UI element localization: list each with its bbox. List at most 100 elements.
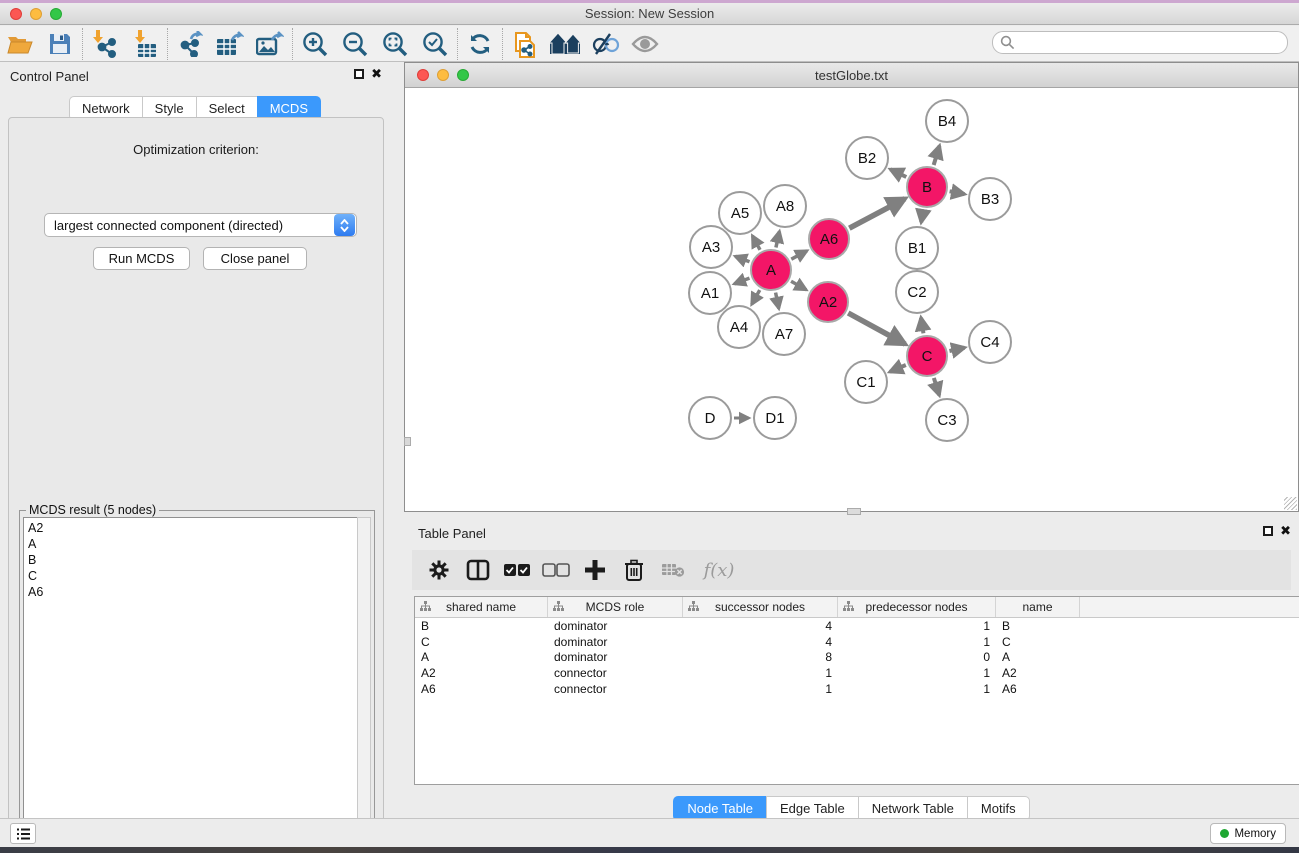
graph-node-B[interactable]: B [906,166,948,208]
network-view-window: testGlobe.txt B4B2BB3A8A5A6A3B1AC2A1A2A4… [404,62,1299,512]
save-session-icon[interactable] [40,28,80,60]
select-all-icon[interactable] [502,555,532,585]
cybrowser-home-icon[interactable] [545,28,585,60]
edge-A-A3[interactable] [735,256,749,261]
toolbar-search[interactable] [992,31,1288,54]
edge-C-C1[interactable] [890,365,906,372]
close-panel-icon[interactable]: ✖ [371,69,382,79]
export-table-icon[interactable] [210,28,250,60]
column-header-predecessor-nodes[interactable]: predecessor nodes [838,597,996,617]
function-builder-icon[interactable]: f(x) [697,555,741,585]
close-table-panel-icon[interactable]: ✖ [1280,526,1291,536]
column-header-successor-nodes[interactable]: successor nodes [683,597,838,617]
edge-A-A7[interactable] [776,293,779,309]
export-network-icon[interactable] [170,28,210,60]
table-row[interactable]: Cdominator41C [415,634,1299,650]
table-row[interactable]: Bdominator41B [415,618,1299,634]
node-table[interactable]: shared nameMCDS rolesuccessor nodesprede… [414,596,1299,785]
edge-B-B4[interactable] [934,146,940,165]
table-row[interactable]: A2connector11A2 [415,665,1299,681]
result-item[interactable]: A2 [28,520,358,536]
edge-A-A1[interactable] [734,278,749,284]
table-row[interactable]: A6connector11A6 [415,681,1299,697]
graph-node-C[interactable]: C [906,335,948,377]
zoom-fit-icon[interactable] [375,28,415,60]
float-panel-icon[interactable] [354,69,364,79]
edge-A-A8[interactable] [776,231,780,247]
add-row-icon[interactable] [580,555,610,585]
edge-B-B1[interactable] [921,210,923,223]
graph-node-C3[interactable]: C3 [925,398,969,442]
result-item[interactable]: C [28,568,358,584]
resize-grip-icon[interactable] [1284,497,1297,510]
graph-node-A8[interactable]: A8 [763,184,807,228]
column-header-MCDS-role[interactable]: MCDS role [548,597,683,617]
run-mcds-button[interactable]: Run MCDS [93,247,190,270]
close-panel-button[interactable]: Close panel [203,247,307,270]
result-item[interactable]: B [28,552,358,568]
open-file-icon[interactable] [0,28,40,60]
zoom-in-icon[interactable] [295,28,335,60]
search-input[interactable] [1015,34,1287,52]
result-item[interactable]: A [28,536,358,552]
list-icon [17,828,30,840]
graph-node-A7[interactable]: A7 [762,312,806,356]
float-table-panel-icon[interactable] [1263,526,1273,536]
graph-node-B4[interactable]: B4 [925,99,969,143]
zoom-selected-icon[interactable] [415,28,455,60]
copy-network-icon[interactable] [505,28,545,60]
graph-node-C2[interactable]: C2 [895,270,939,314]
edge-A-A6[interactable] [791,251,807,259]
result-scrollbar[interactable] [357,517,371,845]
graph-node-A5[interactable]: A5 [718,191,762,235]
settings-gear-icon[interactable] [424,555,454,585]
refresh-icon[interactable] [460,28,500,60]
edge-B-B3[interactable] [950,191,965,194]
network-titlebar[interactable]: testGlobe.txt [405,63,1298,88]
export-image-icon[interactable] [250,28,290,60]
edge-C-C3[interactable] [934,378,939,395]
show-eye-icon[interactable] [625,28,665,60]
graph-node-C1[interactable]: C1 [844,360,888,404]
edge-A-A5[interactable] [752,236,760,250]
graph-node-B1[interactable]: B1 [895,226,939,270]
import-table-icon[interactable] [125,28,165,60]
mcds-result-list[interactable]: A2ABCA6 [23,517,359,845]
zoom-out-icon[interactable] [335,28,375,60]
edge-C-C2[interactable] [921,318,923,334]
graph-node-B2[interactable]: B2 [845,136,889,180]
graph-node-A2[interactable]: A2 [807,281,849,323]
network-canvas[interactable]: B4B2BB3A8A5A6A3B1AC2A1A2A4A7C4CC1DD1C3 [405,89,1298,511]
graph-node-C4[interactable]: C4 [968,320,1012,364]
graph-node-A[interactable]: A [750,249,792,291]
result-item[interactable]: A6 [28,584,358,600]
criterion-dropdown[interactable]: largest connected component (directed) [44,213,357,237]
delete-row-icon[interactable] [619,555,649,585]
column-header-name[interactable]: name [996,597,1080,617]
graph-node-A3[interactable]: A3 [689,225,733,269]
control-panel-title: Control Panel [10,69,89,84]
graph-node-A6[interactable]: A6 [808,218,850,260]
import-network-icon[interactable] [85,28,125,60]
edge-C-C4[interactable] [949,348,964,351]
edge-A6-B[interactable] [849,199,905,229]
graph-node-B3[interactable]: B3 [968,177,1012,221]
edge-B-B2[interactable] [890,169,906,177]
dropdown-stepper-icon [334,214,355,236]
edge-A-A4[interactable] [752,290,760,304]
graph-node-D1[interactable]: D1 [753,396,797,440]
edge-A2-C[interactable] [848,313,905,344]
divider-grip[interactable] [404,437,411,446]
edge-A-A2[interactable] [791,281,806,290]
table-row[interactable]: Adominator80A [415,650,1299,666]
deselect-all-icon[interactable] [541,555,571,585]
column-header-shared-name[interactable]: shared name [415,597,548,617]
hide-glasses-icon[interactable] [585,28,625,60]
divider-grip[interactable] [847,508,861,515]
task-history-button[interactable] [10,823,36,844]
graph-node-A4[interactable]: A4 [717,305,761,349]
delete-table-icon[interactable] [658,555,688,585]
show-column-icon[interactable] [463,555,493,585]
memory-button[interactable]: Memory [1210,823,1286,844]
graph-node-D[interactable]: D [688,396,732,440]
